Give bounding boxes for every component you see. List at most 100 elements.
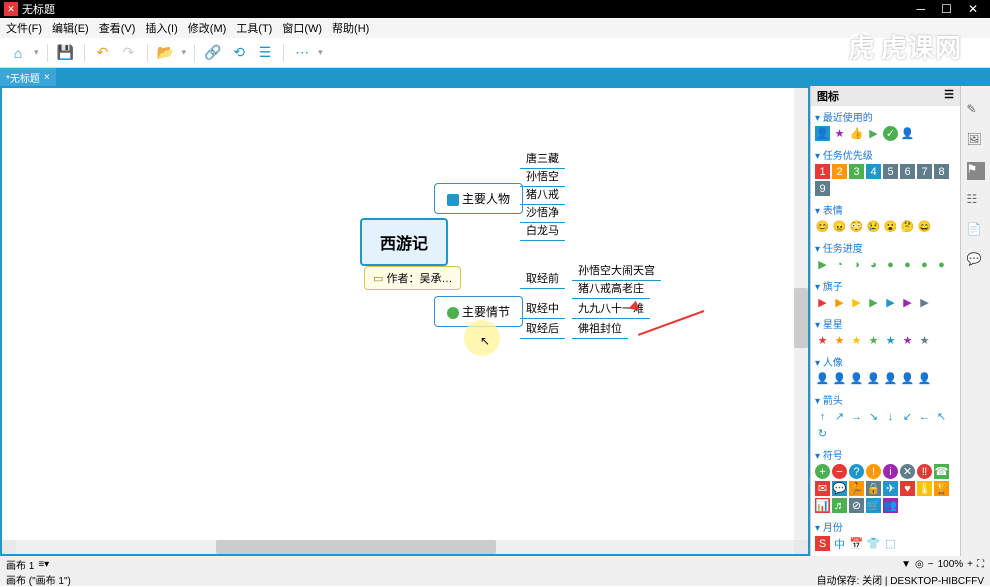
ico[interactable]: ★ bbox=[849, 333, 864, 348]
ico[interactable]: 🔒 bbox=[866, 481, 881, 496]
ico[interactable]: 😳 bbox=[849, 219, 864, 234]
center-node[interactable]: 西游记 bbox=[360, 218, 448, 266]
tab-untitled[interactable]: *无标题 × bbox=[0, 68, 56, 86]
ico[interactable]: 🏃 bbox=[849, 481, 864, 496]
ico[interactable]: 👤 bbox=[883, 371, 898, 386]
redo-icon[interactable]: ↷ bbox=[119, 43, 139, 63]
menu-file[interactable]: 文件(F) bbox=[6, 20, 42, 36]
ico[interactable]: 👥 bbox=[883, 498, 898, 513]
ico[interactable]: 🏆 bbox=[934, 481, 949, 496]
ico[interactable]: 🌡 bbox=[917, 481, 932, 496]
ico[interactable]: ⊘ bbox=[849, 498, 864, 513]
canvas[interactable]: 西游记 ▭ 作者：吴承… 主要人物 唐三藏 孙悟空 猪八戒 沙悟净 白龙马 主要… bbox=[0, 86, 810, 556]
group-flags[interactable]: ▾ 旗子 bbox=[815, 278, 956, 293]
scrollbar-vertical[interactable] bbox=[794, 88, 808, 540]
ico[interactable]: 😊 bbox=[815, 219, 830, 234]
ico[interactable]: ★ bbox=[883, 333, 898, 348]
ico[interactable]: ★ bbox=[866, 333, 881, 348]
leaf[interactable]: 猪八戒高老庄 bbox=[572, 278, 650, 299]
ico[interactable]: ✉ bbox=[815, 481, 830, 496]
ico[interactable]: 6 bbox=[900, 164, 915, 179]
ico[interactable]: → bbox=[849, 409, 864, 424]
ico[interactable]: ◕ bbox=[866, 257, 881, 272]
ico[interactable]: 👤 bbox=[900, 371, 915, 386]
ico[interactable]: ↑ bbox=[815, 409, 830, 424]
branch-characters[interactable]: 主要人物 bbox=[434, 183, 523, 214]
ico[interactable]: 7 bbox=[917, 164, 932, 179]
scrollbar-horizontal[interactable] bbox=[2, 540, 808, 554]
ico[interactable]: ● bbox=[934, 257, 949, 272]
ico[interactable]: ⬚ bbox=[883, 536, 898, 551]
ico[interactable]: 🤔 bbox=[900, 219, 915, 234]
ico[interactable]: ← bbox=[917, 409, 932, 424]
group-stars[interactable]: ▾ 星星 bbox=[815, 316, 956, 331]
ico[interactable]: + bbox=[815, 464, 830, 479]
group-arrows[interactable]: ▾ 箭头 bbox=[815, 392, 956, 407]
ico[interactable]: 8 bbox=[934, 164, 949, 179]
ico[interactable]: ● bbox=[917, 257, 932, 272]
author-node[interactable]: ▭ 作者：吴承… bbox=[364, 266, 461, 290]
ico[interactable]: ★ bbox=[900, 333, 915, 348]
ico[interactable]: 👤 bbox=[900, 126, 915, 141]
ico[interactable]: 3 bbox=[849, 164, 864, 179]
undo-icon[interactable]: ↶ bbox=[93, 43, 113, 63]
ico[interactable]: 😄 bbox=[917, 219, 932, 234]
ico[interactable]: ★ bbox=[832, 126, 847, 141]
ico[interactable]: ◑ bbox=[849, 257, 864, 272]
ico[interactable]: ▶ bbox=[815, 295, 830, 310]
leaf[interactable]: 佛祖封位 bbox=[572, 318, 628, 339]
home-icon[interactable]: ⌂ bbox=[8, 43, 28, 63]
ico[interactable]: 📊 bbox=[815, 498, 830, 513]
ico[interactable]: 中 bbox=[832, 536, 847, 551]
list-icon[interactable]: ☰ bbox=[255, 43, 275, 63]
ico[interactable]: ★ bbox=[815, 333, 830, 348]
ico[interactable]: ▶ bbox=[832, 295, 847, 310]
group-people[interactable]: ▾ 人像 bbox=[815, 354, 956, 369]
ico[interactable]: 👕 bbox=[866, 536, 881, 551]
ico[interactable]: 9 bbox=[815, 181, 830, 196]
dropdown-icon[interactable]: ≡▾ bbox=[38, 559, 49, 570]
ico[interactable]: ↻ bbox=[815, 426, 830, 441]
canvas-label[interactable]: 画布 1 bbox=[6, 557, 34, 572]
maximize-button[interactable]: ☐ bbox=[941, 2, 952, 16]
ico[interactable]: 1 bbox=[815, 164, 830, 179]
group-recent[interactable]: ▾ 最近使用的 bbox=[815, 109, 956, 124]
ico[interactable]: ▶ bbox=[883, 295, 898, 310]
ico[interactable]: ▶ bbox=[815, 257, 830, 272]
ico[interactable]: ▶ bbox=[866, 126, 881, 141]
save-icon[interactable]: 💾 bbox=[56, 43, 76, 63]
image-icon[interactable]: 🖼 bbox=[967, 132, 985, 150]
ico[interactable]: i bbox=[883, 464, 898, 479]
menu-tools[interactable]: 工具(T) bbox=[236, 20, 272, 36]
share-icon[interactable]: ⟲ bbox=[229, 43, 249, 63]
ico[interactable]: ↙ bbox=[900, 409, 915, 424]
group-priority[interactable]: ▾ 任务优先级 bbox=[815, 147, 956, 162]
ico[interactable]: ● bbox=[900, 257, 915, 272]
ico[interactable]: 🛒 bbox=[866, 498, 881, 513]
ico[interactable]: ↓ bbox=[883, 409, 898, 424]
ico[interactable]: 👤 bbox=[815, 126, 830, 141]
ico[interactable]: ▶ bbox=[900, 295, 915, 310]
flag-icon[interactable]: ⚑ bbox=[967, 162, 985, 180]
ico[interactable]: 5 bbox=[883, 164, 898, 179]
ico[interactable]: ★ bbox=[832, 333, 847, 348]
expand-icon[interactable]: ⛶ bbox=[977, 559, 984, 570]
ico[interactable]: ▶ bbox=[866, 295, 881, 310]
ico[interactable]: ↗ bbox=[832, 409, 847, 424]
ico[interactable]: ‼ bbox=[917, 464, 932, 479]
ico[interactable]: ♬ bbox=[832, 498, 847, 513]
ico[interactable]: 😮 bbox=[883, 219, 898, 234]
tab-close-icon[interactable]: × bbox=[44, 72, 50, 83]
ico[interactable]: ● bbox=[883, 257, 898, 272]
ico[interactable]: 👤 bbox=[917, 371, 932, 386]
ico[interactable]: ▶ bbox=[917, 295, 932, 310]
ico[interactable]: ♥ bbox=[900, 481, 915, 496]
link-icon[interactable]: 🔗 bbox=[203, 43, 223, 63]
menu-edit[interactable]: 编辑(E) bbox=[52, 20, 89, 36]
zoom-in-icon[interactable]: + bbox=[967, 559, 973, 570]
group-symbols[interactable]: ▾ 符号 bbox=[815, 447, 956, 462]
more-icon[interactable]: ⋯ bbox=[292, 43, 312, 63]
doc-icon[interactable]: 📄 bbox=[967, 222, 985, 240]
group-emoji[interactable]: ▾ 表情 bbox=[815, 202, 956, 217]
ico[interactable]: ◔ bbox=[832, 257, 847, 272]
